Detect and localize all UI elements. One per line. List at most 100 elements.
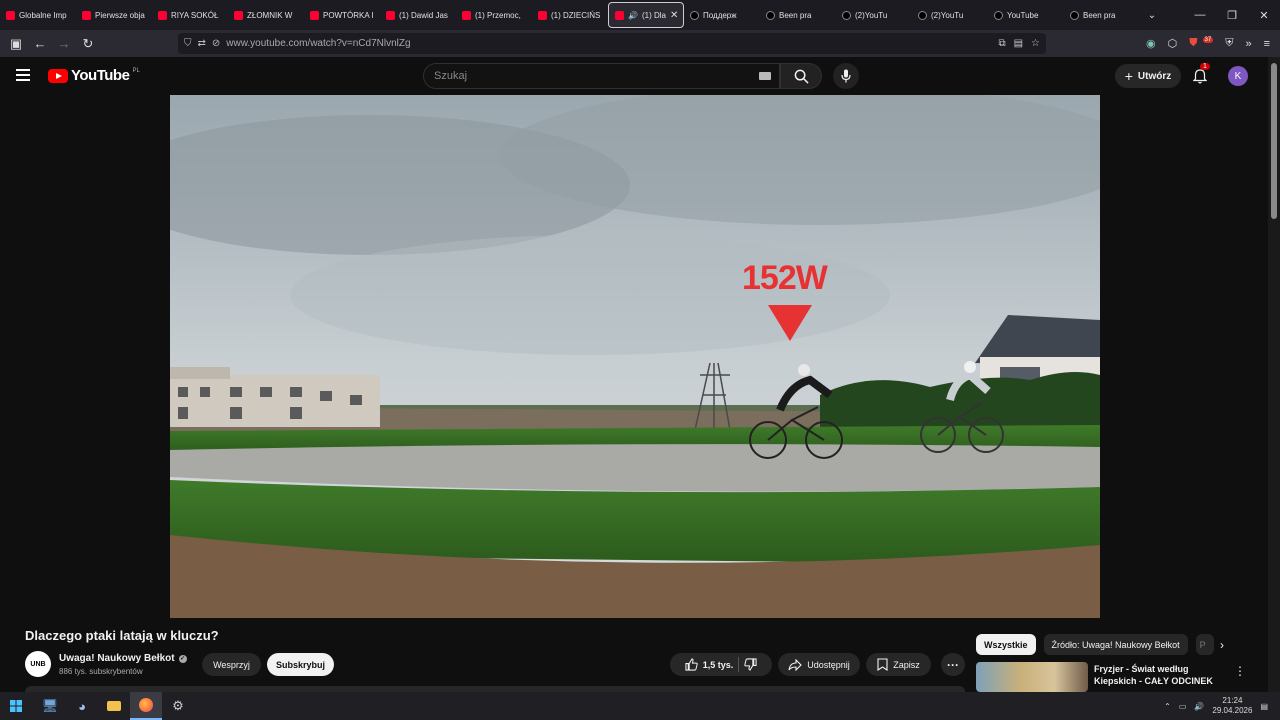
url-text[interactable]: www.youtube.com/watch?v=nCd7NlvnlZg: [226, 38, 410, 49]
tiktok-icon: [1070, 10, 1079, 20]
like-count: 1,5 tys.: [702, 659, 734, 670]
keyboard-icon[interactable]: [759, 72, 771, 80]
clock-date: 29.04.2026: [1212, 706, 1253, 715]
picture-in-picture-icon[interactable]: ⧉: [998, 38, 1005, 49]
chip-all[interactable]: Wszystkie: [976, 634, 1036, 655]
extensions-area: ◉ ⬡ ⛊ 37 ⛨ » ≡: [1146, 30, 1270, 57]
adblock-extension-icon[interactable]: ⛊: [1189, 37, 1197, 50]
notification-center-icon[interactable]: ▤: [1260, 702, 1268, 711]
youtube-play-icon: [48, 68, 68, 83]
minimize-icon[interactable]: —: [1184, 9, 1216, 21]
voice-search-button[interactable]: [833, 63, 859, 89]
browser-tab[interactable]: RIYA SOKÓŁ: [152, 2, 228, 28]
restore-icon[interactable]: ❐: [1216, 9, 1248, 22]
browser-tab[interactable]: Globalne Imp: [0, 2, 76, 28]
channel-name[interactable]: Uwaga! Naukowy Bełkot: [59, 653, 175, 664]
url-bar[interactable]: ⛉ ⇄ ⊘ www.youtube.com/watch?v=nCd7NlvnlZ…: [178, 33, 1046, 54]
overflow-menu-icon[interactable]: »: [1245, 38, 1251, 50]
channel-logo[interactable]: UNB: [25, 651, 51, 677]
tiktok-icon: [766, 10, 775, 20]
browser-tab-label: Been pra: [779, 10, 812, 20]
recommendation-more-icon[interactable]: ⋮: [1234, 664, 1246, 678]
close-tab-icon[interactable]: ✕: [670, 10, 678, 21]
tab-list-chevron-icon[interactable]: ⌄: [1140, 10, 1164, 21]
browser-tab[interactable]: Pierwsze obja: [76, 2, 152, 28]
chips-next-icon[interactable]: ›: [1220, 638, 1224, 652]
youtube-icon: [310, 10, 319, 20]
steam-icon[interactable]: ◕: [66, 692, 98, 720]
tab-audio-icon[interactable]: 🔊: [628, 11, 638, 20]
left-buildings: [170, 367, 380, 427]
volume-icon[interactable]: 🔊: [1194, 702, 1204, 711]
browser-tab[interactable]: (1) Przemoc,: [456, 2, 532, 28]
power-overlay-text: 152W: [742, 259, 828, 297]
camera-blocked-icon[interactable]: ⊘: [212, 38, 220, 49]
browser-tab[interactable]: 🔊 (1) Dla ✕: [608, 2, 684, 28]
app-icon[interactable]: ⚙: [162, 692, 194, 720]
recommendation-thumbnail[interactable]: [976, 662, 1088, 692]
search-button[interactable]: [780, 63, 822, 89]
sidebar-toggle-icon[interactable]: ▣: [4, 32, 28, 56]
video-player[interactable]: 152W: [170, 95, 1100, 618]
notification-badge: 1: [1200, 63, 1210, 70]
channel-name-row[interactable]: Uwaga! Naukowy Bełkot ✓: [59, 653, 187, 664]
video-frame: [170, 95, 1100, 618]
save-label: Zapisz: [893, 659, 920, 670]
clock[interactable]: 21:24 29.04.2026: [1212, 696, 1252, 716]
back-icon[interactable]: ←: [28, 32, 52, 56]
app-menu-icon[interactable]: ≡: [1264, 38, 1270, 50]
support-button[interactable]: Wesprzyj: [202, 653, 261, 676]
browser-tab[interactable]: (1) DZIECIŃS: [532, 2, 608, 28]
tray-expand-icon[interactable]: ⌃: [1164, 702, 1171, 711]
tiktok-icon: [994, 10, 1003, 20]
shield-extension-icon[interactable]: ⛨: [1225, 37, 1233, 50]
create-label: Utwórz: [1137, 70, 1172, 82]
permissions-icon[interactable]: ⇄: [198, 38, 206, 49]
chip-source[interactable]: Źródło: Uwaga! Naukowy Bełkot: [1043, 634, 1188, 655]
reader-view-icon[interactable]: ▤: [1014, 38, 1023, 49]
thumbs-down-icon: [744, 658, 757, 671]
browser-tab-label: (1) Dla: [641, 10, 666, 20]
firefox-icon[interactable]: [130, 692, 162, 720]
save-button[interactable]: Zapisz: [866, 653, 931, 676]
forward-icon[interactable]: →: [52, 32, 76, 56]
tiktok-icon: [918, 10, 927, 20]
browser-tab[interactable]: Поддерж: [684, 2, 760, 28]
shield-icon[interactable]: ⛉: [184, 38, 192, 49]
notifications-button[interactable]: 1: [1190, 63, 1210, 86]
browser-tab[interactable]: ZŁOMNIK W: [228, 2, 304, 28]
youtube-icon: [615, 10, 624, 20]
chip-partial[interactable]: P: [1195, 634, 1214, 655]
more-actions-button[interactable]: ···: [941, 653, 965, 676]
bookmark-star-icon[interactable]: ☆: [1031, 38, 1040, 49]
browser-tab[interactable]: (1) Dawid Jas: [380, 2, 456, 28]
file-explorer-icon[interactable]: [98, 692, 130, 720]
share-button[interactable]: Udostępnij: [778, 653, 860, 676]
page-scrollbar[interactable]: [1268, 57, 1280, 692]
browser-tab[interactable]: Been pra: [760, 2, 836, 28]
browser-tab-label: (2)YouTu: [855, 10, 888, 20]
browser-tab[interactable]: Been pra: [1064, 2, 1140, 28]
vpn-extension-icon[interactable]: ◉: [1146, 37, 1156, 50]
guide-menu-icon[interactable]: [16, 69, 30, 81]
browser-tab[interactable]: YouTube: [988, 2, 1064, 28]
browser-tab[interactable]: (2)YouTu: [836, 2, 912, 28]
create-button[interactable]: + Utwórz: [1115, 64, 1181, 88]
browser-tab[interactable]: POWTÓRKA I: [304, 2, 380, 28]
search-input[interactable]: Szukaj: [423, 63, 780, 89]
subscribe-button[interactable]: Subskrybuj: [267, 653, 334, 676]
close-window-icon[interactable]: ✕: [1248, 9, 1280, 22]
browser-tab[interactable]: (2)YouTu: [912, 2, 988, 28]
avatar[interactable]: K: [1228, 66, 1248, 86]
windows-start-icon[interactable]: [0, 692, 32, 720]
extensions-puzzle-icon[interactable]: ⬡: [1168, 37, 1178, 50]
scrollbar-thumb[interactable]: [1271, 63, 1277, 219]
reload-icon[interactable]: ↻: [76, 32, 100, 56]
browser-tab-label: (1) Przemoc,: [475, 10, 521, 20]
like-button[interactable]: 1,5 tys.: [685, 658, 734, 671]
network-icon[interactable]: ▭: [1179, 702, 1187, 711]
pc-icon[interactable]: 🖥: [34, 692, 66, 720]
bell-icon: [1193, 68, 1207, 83]
dislike-button[interactable]: [744, 658, 757, 671]
youtube-logo[interactable]: YouTube PL: [48, 67, 140, 84]
